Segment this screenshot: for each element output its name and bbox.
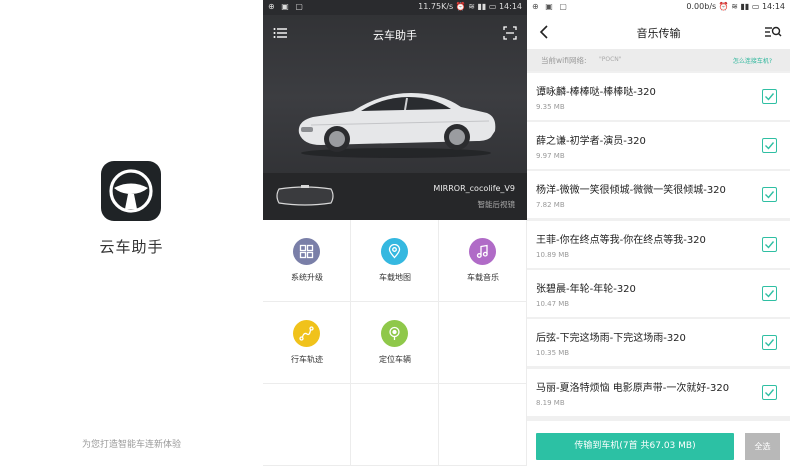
status-indicator-icons: ⏰ ≋ ▮▮ ▭ <box>455 2 499 11</box>
list-item[interactable]: 张碧晨-年轮-年轮-320 10.47 MB <box>527 270 790 317</box>
song-name: 王菲-你在终点等我-你在终点等我-320 <box>536 235 706 246</box>
status-bar: ⊕ ▣ ▢ 0.00b/s ⏰ ≋ ▮▮ ▭ 14:14 <box>527 0 790 15</box>
wifi-ssid: "POCN" <box>599 56 622 63</box>
notification-icons: ⊕ ▣ ▢ <box>268 2 305 11</box>
device-card[interactable]: MIRROR_cocolife_V9 智能后视镜 <box>263 173 527 220</box>
song-name: 杨洋-微微一笑很倾城-微微一笑很倾城-320 <box>536 185 726 196</box>
tile-system-upgrade[interactable]: 系统升级 <box>263 220 351 302</box>
clock: 14:14 <box>498 2 522 11</box>
screenshot-collage: 云车助手 为您打造智能车连新体验 ⊕ ▣ ▢ 11.75K/s ⏰ ≋ ▮▮ ▭… <box>0 0 790 468</box>
tile-empty <box>263 384 351 466</box>
status-indicator-icons: ⏰ ≋ ▮▮ ▭ <box>718 2 762 11</box>
song-checkbox[interactable] <box>762 385 777 400</box>
song-checkbox[interactable] <box>762 237 777 252</box>
song-size: 9.35 MB <box>536 103 565 111</box>
map-pin-icon <box>381 238 408 265</box>
song-size: 10.35 MB <box>536 349 570 357</box>
song-name: 后弦-下完这场雨-下完这场雨-320 <box>536 333 686 344</box>
list-item[interactable]: 谭咏麟-棒棒哒-棒棒哒-320 9.35 MB <box>527 73 790 120</box>
song-name: 薛之谦-初学者-演员-320 <box>536 136 646 147</box>
song-checkbox[interactable] <box>762 187 777 202</box>
song-size: 8.19 MB <box>536 399 565 407</box>
tile-label: 车载音乐 <box>467 273 499 282</box>
device-type: 智能后视镜 <box>477 200 516 209</box>
list-item[interactable]: 王菲-你在终点等我-你在终点等我-320 10.89 MB <box>527 221 790 268</box>
song-name: 马丽-夏洛特烦恼 电影原声带-一次就好-320 <box>536 383 730 394</box>
wifi-label: 当前wifi网络: <box>541 56 587 65</box>
song-checkbox[interactable] <box>762 138 777 153</box>
grid-icon <box>293 238 320 265</box>
song-name: 张碧晨-年轮-年轮-320 <box>536 284 636 295</box>
home-screen: ⊕ ▣ ▢ 11.75K/s ⏰ ≋ ▮▮ ▭ 14:14 云车助手 MIRRO… <box>263 0 527 468</box>
tile-car-map[interactable]: 车载地图 <box>351 220 439 302</box>
status-right: 0.00b/s ⏰ ≋ ▮▮ ▭ 14:14 <box>686 2 785 11</box>
list-item[interactable]: 薛之谦-初学者-演员-320 9.97 MB <box>527 122 790 169</box>
route-icon <box>293 320 320 347</box>
list-item[interactable]: 马丽-夏洛特烦恼 电影原声带-一次就好-320 8.19 MB <box>527 369 790 416</box>
status-right: 11.75K/s ⏰ ≋ ▮▮ ▭ 14:14 <box>418 2 522 11</box>
tile-label: 系统升级 <box>291 273 323 282</box>
song-name: 谭咏麟-棒棒哒-棒棒哒-320 <box>536 87 656 98</box>
search-list-icon[interactable] <box>764 24 782 40</box>
list-item[interactable]: 杨洋-微微一笑很倾城-微微一笑很倾城-320 7.82 MB <box>527 171 790 218</box>
location-icon <box>381 320 408 347</box>
tile-label: 定位车辆 <box>379 355 411 364</box>
music-transfer-screen: ⊕ ▣ ▢ 0.00b/s ⏰ ≋ ▮▮ ▭ 14:14 音乐传输 当前wifi… <box>527 0 790 468</box>
tile-car-music[interactable]: 车载音乐 <box>439 220 527 302</box>
tile-empty <box>439 384 527 466</box>
song-size: 9.97 MB <box>536 152 565 160</box>
select-all-button[interactable]: 全选 <box>745 433 780 460</box>
page-title: 音乐传输 <box>636 27 681 40</box>
song-checkbox[interactable] <box>762 286 777 301</box>
notification-icons: ⊕ ▣ ▢ <box>532 2 569 11</box>
song-checkbox[interactable] <box>762 89 777 104</box>
tile-label: 行车轨迹 <box>291 355 323 364</box>
how-to-connect-link[interactable]: 怎么连接车机? <box>733 56 772 65</box>
song-size: 10.47 MB <box>536 300 570 308</box>
scan-icon[interactable] <box>503 25 517 40</box>
app-logo <box>101 161 161 221</box>
splash-slogan: 为您打造智能车连新体验 <box>81 440 181 450</box>
hero-banner: 云车助手 MIRROR_cocolife_V9 智能后视镜 <box>263 15 527 220</box>
transfer-to-car-button[interactable]: 传输到车机(7首 共67.03 MB) <box>536 433 734 460</box>
nav-bar: 音乐传输 <box>527 15 790 49</box>
song-checkbox[interactable] <box>762 335 777 350</box>
song-size: 7.82 MB <box>536 201 565 209</box>
rearview-mirror-icon <box>276 185 334 206</box>
bottom-action-bar: 传输到车机(7首 共67.03 MB) 全选 <box>527 421 790 468</box>
clock: 14:14 <box>761 2 785 11</box>
app-name: 云车助手 <box>99 238 164 256</box>
status-bar: ⊕ ▣ ▢ 11.75K/s ⏰ ≋ ▮▮ ▭ 14:14 <box>263 0 527 15</box>
network-speed: 11.75K/s <box>418 2 454 11</box>
tile-empty <box>439 302 527 384</box>
splash-screen: 云车助手 为您打造智能车连新体验 <box>0 0 263 468</box>
tile-locate-car[interactable]: 定位车辆 <box>351 302 439 384</box>
tile-label: 车载地图 <box>379 273 411 282</box>
song-size: 10.89 MB <box>536 251 570 259</box>
steering-wheel-icon <box>109 169 153 213</box>
wifi-info-bar: 当前wifi网络: "POCN" 怎么连接车机? <box>527 49 790 71</box>
car-image <box>298 93 496 158</box>
feature-grid: 系统升级 车载地图 车载音乐 行车轨迹 定位车辆 <box>263 220 527 468</box>
page-title: 云车助手 <box>373 29 417 42</box>
network-speed: 0.00b/s <box>686 2 717 11</box>
list-item[interactable]: 后弦-下完这场雨-下完这场雨-320 10.35 MB <box>527 319 790 366</box>
music-note-icon <box>469 238 496 265</box>
tile-empty <box>351 384 439 466</box>
device-name: MIRROR_cocolife_V9 <box>433 184 515 193</box>
tile-driving-track[interactable]: 行车轨迹 <box>263 302 351 384</box>
